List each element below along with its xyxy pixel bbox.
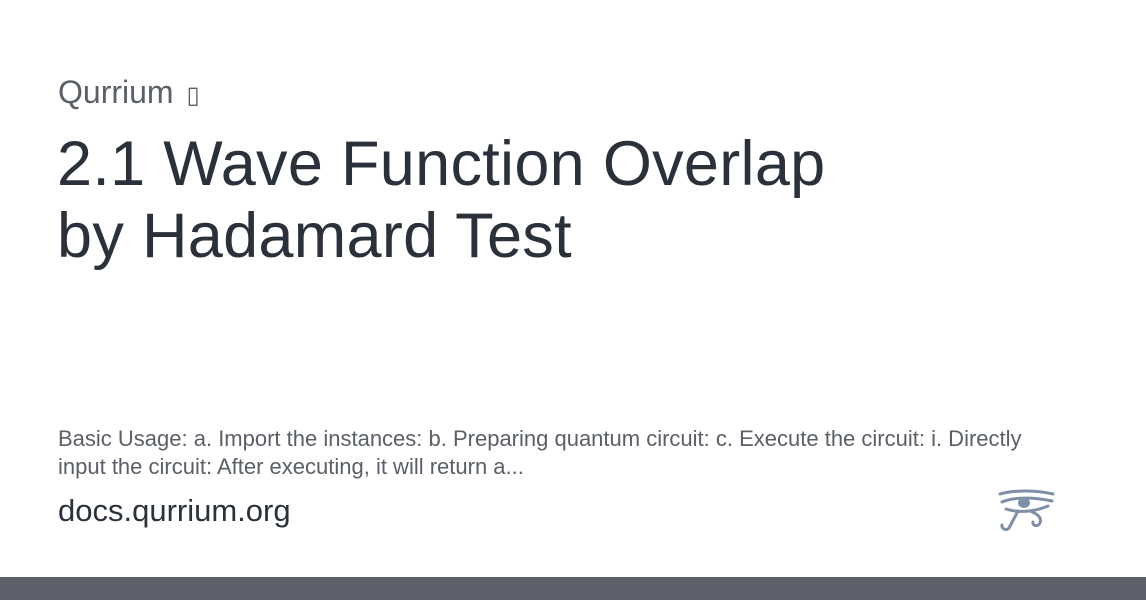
page-title: 2.1 Wave Function Overlap by Hadamard Te… bbox=[57, 129, 826, 271]
site-domain: docs.qurrium.org bbox=[58, 493, 291, 528]
missing-glyph-icon: ▯ bbox=[186, 81, 200, 109]
bottom-bar bbox=[0, 577, 1146, 600]
site-name: Qurrium ▯ bbox=[58, 72, 200, 115]
page-description: Basic Usage: a. Import the instances: b.… bbox=[58, 426, 1022, 479]
eye-of-horus-icon bbox=[998, 489, 1055, 531]
site-name-label: Qurrium bbox=[58, 74, 174, 110]
